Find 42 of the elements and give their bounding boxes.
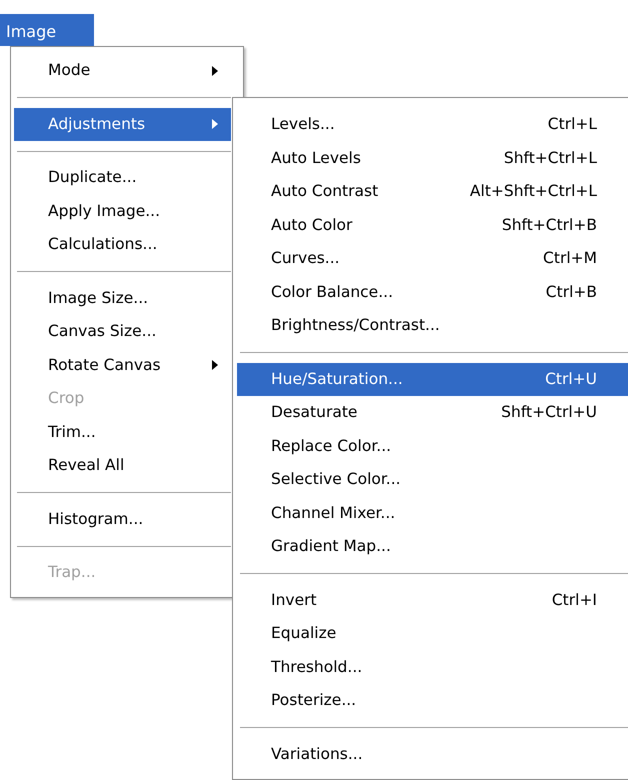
shortcut-label: Ctrl+I — [552, 590, 597, 611]
menu-title[interactable]: Image — [0, 14, 94, 46]
shortcut-label: Shft+Ctrl+L — [504, 148, 597, 169]
shortcut-label: Alt+Shft+Ctrl+L — [470, 181, 597, 202]
menu-item[interactable]: Calculations... — [14, 228, 231, 262]
menu-item[interactable]: Brightness/Contrast... — [237, 309, 628, 342]
menu-item[interactable]: Gradient Map... — [237, 530, 628, 564]
menu-item[interactable]: Auto Contrast Alt+Shft+Ctrl+L — [237, 175, 628, 208]
menu-item[interactable]: Threshold... — [237, 650, 628, 684]
menu-item[interactable]: Color Balance... Ctrl+B — [237, 276, 628, 309]
menu-item[interactable]: Variations... — [237, 738, 628, 771]
menu-item[interactable]: Replace Color... — [237, 430, 628, 463]
menu-item[interactable]: Image Size... — [14, 282, 231, 315]
menu-item[interactable]: Reveal All — [14, 449, 231, 482]
shortcut-label: Shft+Ctrl+B — [502, 214, 597, 236]
menu-item[interactable]: Curves... Ctrl+M — [237, 242, 628, 276]
menu-item[interactable]: Equalize — [237, 617, 628, 650]
menu-item[interactable]: Canvas Size... — [14, 315, 231, 348]
menu-item[interactable]: Auto Levels Shft+Ctrl+L — [237, 142, 628, 175]
menu-item[interactable]: Apply Image... — [14, 194, 231, 228]
submenu-arrow-icon — [211, 64, 219, 77]
menu-item[interactable]: Trim... — [14, 416, 231, 449]
shortcut-label: Ctrl+B — [546, 282, 597, 303]
menu-item[interactable]: Levels... Ctrl+L — [237, 108, 628, 142]
submenu-arrow-icon — [211, 118, 219, 130]
shortcut-label: Shft+Ctrl+U — [501, 402, 597, 424]
menu-item[interactable]: Auto Color Shft+Ctrl+B — [237, 208, 628, 242]
menu-item[interactable]: Rotate Canvas — [14, 348, 231, 382]
shortcut-label: Ctrl+M — [543, 248, 597, 270]
menu-item[interactable]: Adjustments — [14, 108, 231, 141]
menu-item[interactable]: Selective Color... — [237, 463, 628, 496]
menu-item[interactable]: Duplicate... — [14, 161, 231, 194]
menu-item[interactable]: Hue/Saturation... Ctrl+U — [237, 362, 628, 396]
menu-item[interactable]: Invert Ctrl+I — [237, 584, 628, 617]
menu-item[interactable]: Histogram... — [14, 502, 231, 536]
menu-item[interactable]: Desaturate Shft+Ctrl+U — [237, 396, 628, 430]
shortcut-label: Ctrl+U — [545, 368, 597, 390]
shortcut-label: Ctrl+L — [548, 114, 597, 136]
menu-item[interactable]: Mode — [14, 54, 231, 88]
submenu-arrow-icon — [211, 359, 219, 372]
menu-item[interactable]: Channel Mixer... — [237, 496, 628, 530]
menu-item[interactable]: Posterize... — [237, 684, 628, 718]
